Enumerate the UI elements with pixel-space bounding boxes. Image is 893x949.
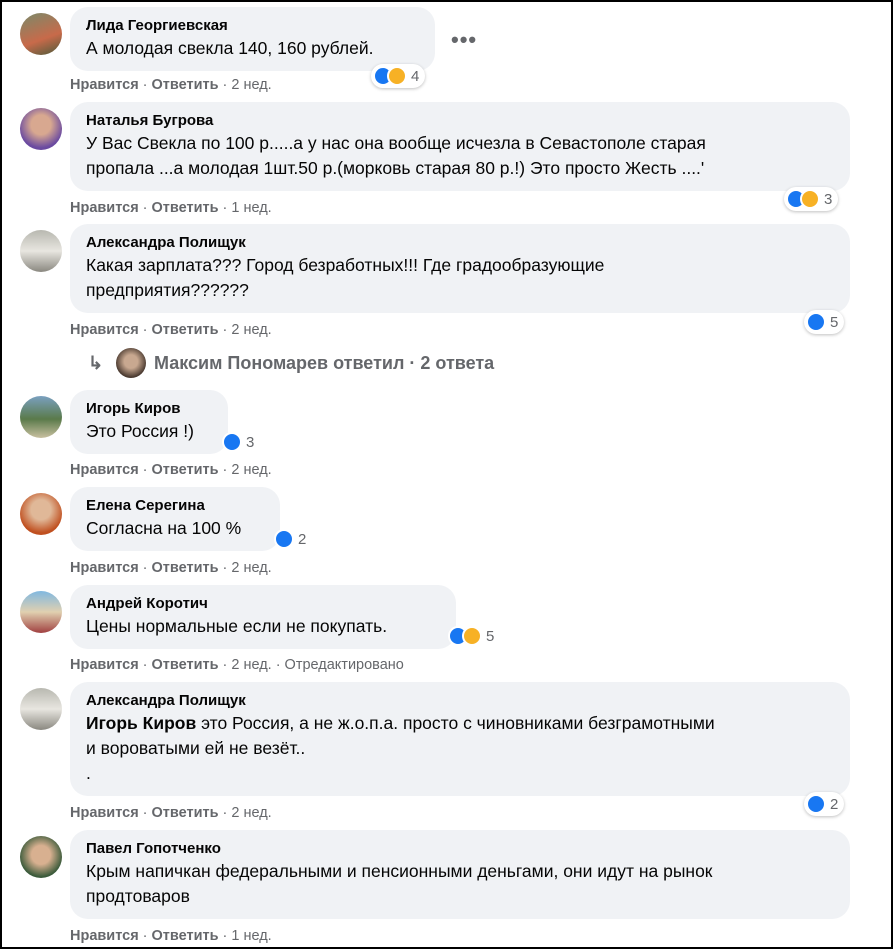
- like-button[interactable]: Нравится: [70, 462, 139, 478]
- comment-author[interactable]: Александра Полищук: [86, 233, 834, 253]
- reply-button[interactable]: Ответить: [152, 657, 219, 673]
- comment-text: Согласна на 100 %: [86, 518, 242, 538]
- timestamp[interactable]: 1 нед.: [231, 200, 271, 216]
- comment-author[interactable]: Лида Георгиевская: [86, 16, 419, 36]
- like-reaction-icon: [806, 794, 826, 814]
- reply-button[interactable]: Ответить: [152, 462, 219, 478]
- comment-actions: Нравится · Ответить · 2 нед.: [70, 462, 272, 478]
- comment-text-line: Игорь Киров это Россия, а не ж.о.п.а. пр…: [86, 713, 715, 733]
- timestamp[interactable]: 2 нед.: [231, 657, 271, 673]
- timestamp[interactable]: 2 нед.: [231, 560, 271, 576]
- comment-actions: Нравится · Ответить · 2 нед.: [70, 322, 272, 338]
- comment-bubble: Александра Полищук Игорь Киров это Росси…: [70, 682, 850, 796]
- comment-text: А молодая свекла 140, 160 рублей.: [86, 38, 374, 58]
- reply-button[interactable]: Ответить: [152, 322, 219, 338]
- reply-button[interactable]: Ответить: [152, 928, 219, 944]
- avatar: [116, 348, 146, 378]
- reactions-summary[interactable]: 3: [222, 430, 254, 454]
- avatar[interactable]: [20, 108, 62, 150]
- like-button[interactable]: Нравится: [70, 805, 139, 821]
- avatar[interactable]: [20, 230, 62, 272]
- reaction-count: 3: [824, 190, 833, 208]
- comment-actions: Нравится · Ответить · 2 нед.: [70, 805, 272, 821]
- like-reaction-icon: [274, 529, 294, 549]
- sad-reaction-icon: [387, 66, 407, 86]
- reactions-summary[interactable]: 4: [371, 64, 426, 88]
- edited-label: Отредактировано: [284, 657, 404, 673]
- avatar[interactable]: [20, 13, 62, 55]
- comment-author[interactable]: Александра Полищук: [86, 691, 834, 711]
- like-button[interactable]: Нравится: [70, 77, 139, 93]
- comment-text-line: Какая зарплата??? Город безработных!!! Г…: [86, 255, 605, 275]
- comment-text: Это Россия !): [86, 421, 194, 441]
- reaction-count: 2: [298, 530, 307, 548]
- reaction-count: 5: [830, 313, 839, 331]
- like-button[interactable]: Нравится: [70, 200, 139, 216]
- comment-actions: Нравится · Ответить · 2 нед.: [70, 560, 272, 576]
- comment-author[interactable]: Игорь Киров: [86, 399, 212, 419]
- reply-arrow-icon: ↳: [88, 352, 104, 373]
- comment-text-line: У Вас Свекла по 100 р.....а у нас она во…: [86, 133, 706, 153]
- reactions-summary[interactable]: 3: [784, 187, 839, 211]
- mention-link[interactable]: Игорь Киров: [86, 713, 196, 733]
- comment-text: Цены нормальные если не покупать.: [86, 616, 388, 636]
- avatar[interactable]: [20, 493, 62, 535]
- comment-bubble: Лида Георгиевская А молодая свекла 140, …: [70, 7, 435, 71]
- like-button[interactable]: Нравится: [70, 322, 139, 338]
- like-reaction-icon: [806, 312, 826, 332]
- timestamp[interactable]: 2 нед.: [231, 322, 271, 338]
- avatar[interactable]: [20, 591, 62, 633]
- comment-bubble: Елена Серегина Согласна на 100 %: [70, 487, 280, 551]
- reply-button[interactable]: Ответить: [152, 805, 219, 821]
- comment-actions: Нравится · Ответить · 1 нед.: [70, 928, 272, 944]
- more-options-icon[interactable]: •••: [451, 29, 477, 51]
- reaction-count: 3: [246, 433, 255, 451]
- timestamp[interactable]: 2 нед.: [231, 77, 271, 93]
- reactions-summary[interactable]: 2: [274, 527, 306, 551]
- comment-text-line: и вороватыми ей не везёт..: [86, 738, 306, 758]
- comment-text-line: продтоваров: [86, 886, 190, 906]
- sad-reaction-icon: [800, 189, 820, 209]
- comment-text-line: Крым напичкан федеральными и пенсионными…: [86, 861, 713, 881]
- like-button[interactable]: Нравится: [70, 657, 139, 673]
- comment-actions: Нравится · Ответить · 2 нед.: [70, 77, 272, 93]
- comment-text-line: .: [86, 763, 91, 783]
- avatar[interactable]: [20, 836, 62, 878]
- reaction-count: 5: [486, 627, 495, 645]
- comment-bubble: Александра Полищук Какая зарплата??? Гор…: [70, 224, 850, 313]
- comment-bubble: Игорь Киров Это Россия !): [70, 390, 228, 454]
- comment-bubble: Наталья Бугрова У Вас Свекла по 100 р...…: [70, 102, 850, 191]
- avatar[interactable]: [20, 688, 62, 730]
- comment-text-line: пропала ...а молодая 1шт.50 р.(морковь с…: [86, 158, 705, 178]
- comment-actions: Нравится · Ответить · 1 нед.: [70, 200, 272, 216]
- comment-text-line: предприятия??????: [86, 280, 249, 300]
- reply-button[interactable]: Ответить: [152, 200, 219, 216]
- comment-author[interactable]: Андрей Коротич: [86, 594, 440, 614]
- replies-label: Максим Пономарев ответил · 2 ответа: [154, 352, 495, 373]
- reactions-summary[interactable]: 5: [448, 624, 494, 648]
- like-button[interactable]: Нравится: [70, 560, 139, 576]
- reaction-count: 4: [411, 67, 420, 85]
- timestamp[interactable]: 1 нед.: [231, 928, 271, 944]
- reaction-count: 2: [830, 795, 839, 813]
- reply-button[interactable]: Ответить: [152, 560, 219, 576]
- view-replies-link[interactable]: ↳ Максим Пономарев ответил · 2 ответа: [88, 348, 494, 378]
- reactions-summary[interactable]: 2: [804, 792, 845, 816]
- like-button[interactable]: Нравится: [70, 928, 139, 944]
- timestamp[interactable]: 2 нед.: [231, 805, 271, 821]
- reply-button[interactable]: Ответить: [152, 77, 219, 93]
- comment-author[interactable]: Елена Серегина: [86, 496, 264, 516]
- comments-panel: Лида Георгиевская А молодая свекла 140, …: [0, 0, 893, 949]
- comment-author[interactable]: Наталья Бугрова: [86, 111, 834, 131]
- reactions-summary[interactable]: 5: [804, 310, 845, 334]
- comment-actions: Нравится · Ответить · 2 нед. · Отредактировано: [70, 657, 404, 673]
- like-reaction-icon: [222, 432, 242, 452]
- timestamp[interactable]: 2 нед.: [231, 462, 271, 478]
- comment-bubble: Андрей Коротич Цены нормальные если не п…: [70, 585, 456, 649]
- comment-author[interactable]: Павел Гопотченко: [86, 839, 834, 859]
- comment-bubble: Павел Гопотченко Крым напичкан федеральн…: [70, 830, 850, 919]
- haha-reaction-icon: [462, 626, 482, 646]
- avatar[interactable]: [20, 396, 62, 438]
